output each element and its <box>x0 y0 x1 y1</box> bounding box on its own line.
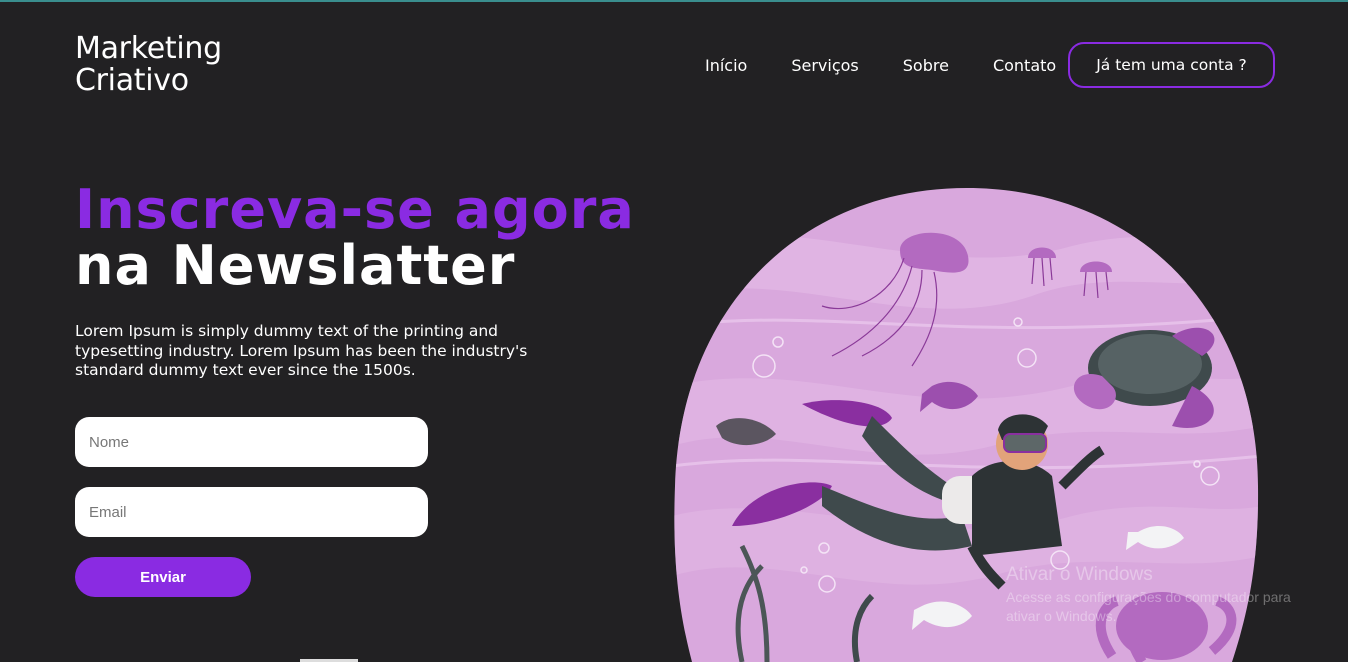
watermark-subtitle: Acesse as configurações do computador pa… <box>1006 589 1291 624</box>
login-button[interactable]: Já tem uma conta ? <box>1068 42 1275 88</box>
brand-line-1: Marketing <box>75 31 222 66</box>
name-input[interactable] <box>75 417 428 467</box>
brand-line-2: Criativo <box>75 63 189 98</box>
nav-servicos[interactable]: Serviços <box>791 56 858 75</box>
hero-title-line-1: Inscreva-se agora <box>75 178 635 241</box>
main-nav: Início Serviços Sobre Contato <box>686 42 1100 88</box>
top-border <box>0 0 1348 2</box>
nav-sobre[interactable]: Sobre <box>903 56 949 75</box>
hero-description: Lorem Ipsum is simply dummy text of the … <box>75 322 528 379</box>
hero-title: Inscreva-se agora na Newslatter <box>75 182 635 294</box>
watermark-title: Ativar o Windows <box>1006 564 1153 585</box>
windows-activation-watermark: Ativar o Windows Acesse as configurações… <box>1006 564 1316 626</box>
submit-button[interactable]: Enviar <box>75 557 251 597</box>
brand-logo[interactable]: Marketing Criativo <box>75 33 222 97</box>
nav-contato[interactable]: Contato <box>993 56 1056 75</box>
email-input[interactable] <box>75 487 428 537</box>
nav-inicio[interactable]: Início <box>705 56 747 75</box>
hero-title-line-2: na Newslatter <box>75 234 516 297</box>
